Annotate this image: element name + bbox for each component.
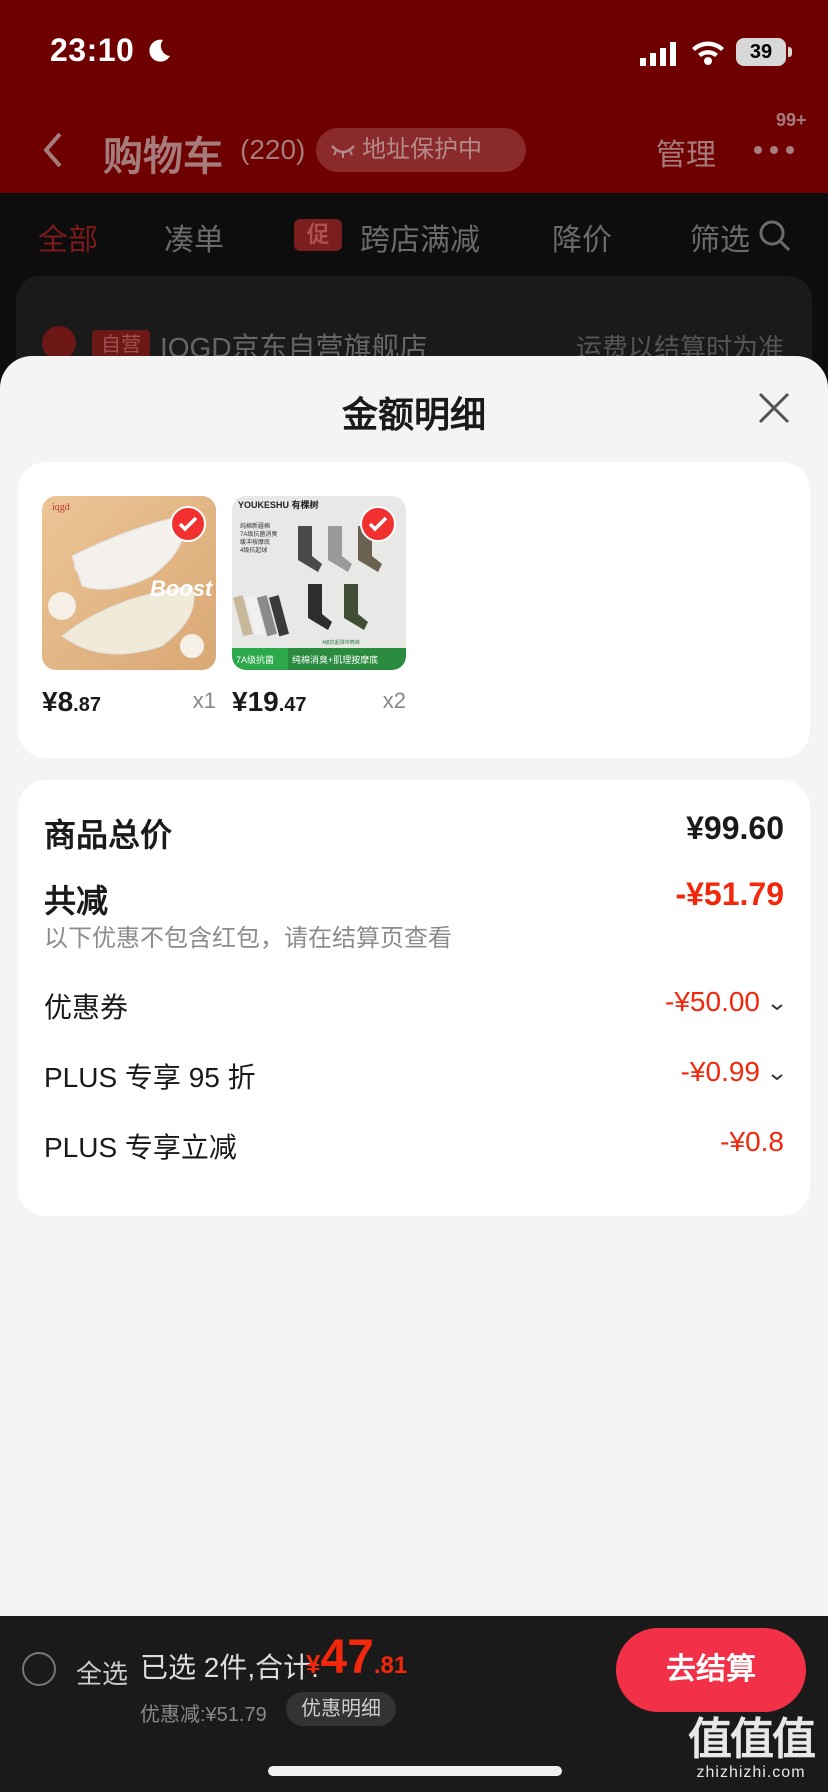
chevron-down-icon[interactable] <box>770 1072 784 1082</box>
back-arrow-icon[interactable] <box>40 130 64 170</box>
total-price-value: ¥99.60 <box>686 810 784 846</box>
svg-text:4级抗起球: 4级抗起球 <box>240 546 267 554</box>
checkout-button[interactable]: 去结算 <box>616 1628 806 1712</box>
nav-bar: 购物车 (220) 地址保护中 管理 99+ <box>0 110 828 190</box>
total-reduce-value: -¥51.79 <box>675 876 784 912</box>
svg-text:纯棉消臭+肌理按摩底: 纯棉消臭+肌理按摩底 <box>292 654 378 665</box>
item-quantity: x1 <box>192 688 216 713</box>
discount-summary: 优惠减:¥51.79 <box>140 1704 267 1726</box>
item-price: ¥19.47 <box>232 686 307 717</box>
cart-count: (220) <box>240 134 306 165</box>
plus-discount-value: -¥0.99 <box>680 1056 760 1087</box>
tab-all[interactable]: 全部 <box>38 215 98 259</box>
items-card: iqgd Boost ¥8.87 x1 YOUKESHU 有棵树 纯棉新疆棉 7… <box>18 462 810 758</box>
search-icon[interactable] <box>758 219 792 253</box>
message-badge: 99+ <box>776 110 807 130</box>
product-image-text: Boost <box>150 576 214 601</box>
coupon-label: 优惠券 <box>44 992 129 1023</box>
svg-text:7A级抗菌: 7A级抗菌 <box>236 654 274 665</box>
tab-price-drop[interactable]: 降价 <box>552 215 612 259</box>
battery-tip <box>788 47 792 57</box>
item-price: ¥8.87 <box>42 686 101 717</box>
tab-filter[interactable]: 筛选 <box>690 215 750 259</box>
tab-cross-store[interactable]: 跨店满减 <box>360 215 480 259</box>
plus-reduce-value: -¥0.8 <box>720 1126 784 1157</box>
app-screen: 23:10 39 购物车 (220) 地址保护中 管理 99+ 全部 凑单 促 … <box>0 0 828 1792</box>
signal-icon <box>640 42 676 66</box>
svg-text:纯棉新疆棉: 纯棉新疆棉 <box>240 522 270 530</box>
close-icon[interactable] <box>756 390 792 426</box>
home-indicator[interactable] <box>268 1766 562 1776</box>
svg-text:7A级抗菌消臭: 7A级抗菌消臭 <box>240 530 277 538</box>
total-price-label: 商品总价 <box>44 817 173 853</box>
coupon-value: -¥50.00 <box>665 986 760 1017</box>
select-all-radio[interactable] <box>22 1652 56 1686</box>
sock-brand: YOUKESHU 有棵树 <box>238 499 319 510</box>
price-detail-card: 商品总价 ¥99.60 共减 -¥51.79 以下优惠不包含红包，请在结算页查看… <box>18 780 810 1216</box>
promo-badge: 促 <box>294 219 342 251</box>
total-amount: ¥47.81 <box>306 1631 408 1684</box>
red-packet-note: 以下优惠不包含红包，请在结算页查看 <box>44 925 452 952</box>
selected-summary: 已选 2件,合计: <box>140 1652 319 1683</box>
item-selected-check[interactable] <box>170 506 206 542</box>
checkout-bar: 全选 已选 2件,合计: ¥47.81 优惠减:¥51.79 优惠明细 去结算 … <box>0 1616 828 1792</box>
amount-detail-sheet: 金额明细 iqgd Boost ¥8.87 x1 YOUKESHU 有棵树 纯棉… <box>0 356 828 1616</box>
total-reduce-label: 共减 <box>44 883 109 919</box>
moon-icon <box>149 39 170 62</box>
item-selected-check[interactable] <box>360 506 396 542</box>
watermark-logo: 值值值 zhizhizhi.com <box>688 1715 816 1782</box>
item-quantity: x2 <box>382 688 406 713</box>
address-protect-label: 地址保护中 <box>362 136 482 163</box>
svg-text:4级抗起球中筒袜: 4级抗起球中筒袜 <box>322 639 360 646</box>
wifi-icon <box>692 41 724 65</box>
tab-bundle[interactable]: 凑单 <box>164 215 224 259</box>
address-protect-button[interactable]: 地址保护中 <box>316 128 526 172</box>
discount-detail-button[interactable]: 优惠明细 <box>286 1692 396 1726</box>
select-all-label[interactable]: 全选 <box>76 1654 128 1691</box>
plus-reduce-label: PLUS 专享立减 <box>44 1132 237 1163</box>
filter-tabs: 全部 凑单 促 跨店满减 降价 筛选 <box>0 193 828 273</box>
more-icon[interactable] <box>752 144 796 156</box>
svg-text:缓冲按摩底: 缓冲按摩底 <box>240 538 270 546</box>
page-title: 购物车 <box>103 135 223 179</box>
manage-button[interactable]: 管理 <box>656 130 716 174</box>
store-checkbox[interactable] <box>42 326 76 360</box>
chevron-down-icon[interactable] <box>770 1002 784 1012</box>
sheet-title: 金额明细 <box>341 394 486 435</box>
plus-discount-label: PLUS 专享 95 折 <box>44 1062 256 1093</box>
brand-logo-text: iqgd <box>52 502 70 513</box>
status-bar: 23:10 39 <box>0 0 828 100</box>
battery-indicator: 39 <box>736 38 786 66</box>
closed-eye-icon <box>331 145 355 158</box>
status-time: 23:10 <box>50 32 135 68</box>
